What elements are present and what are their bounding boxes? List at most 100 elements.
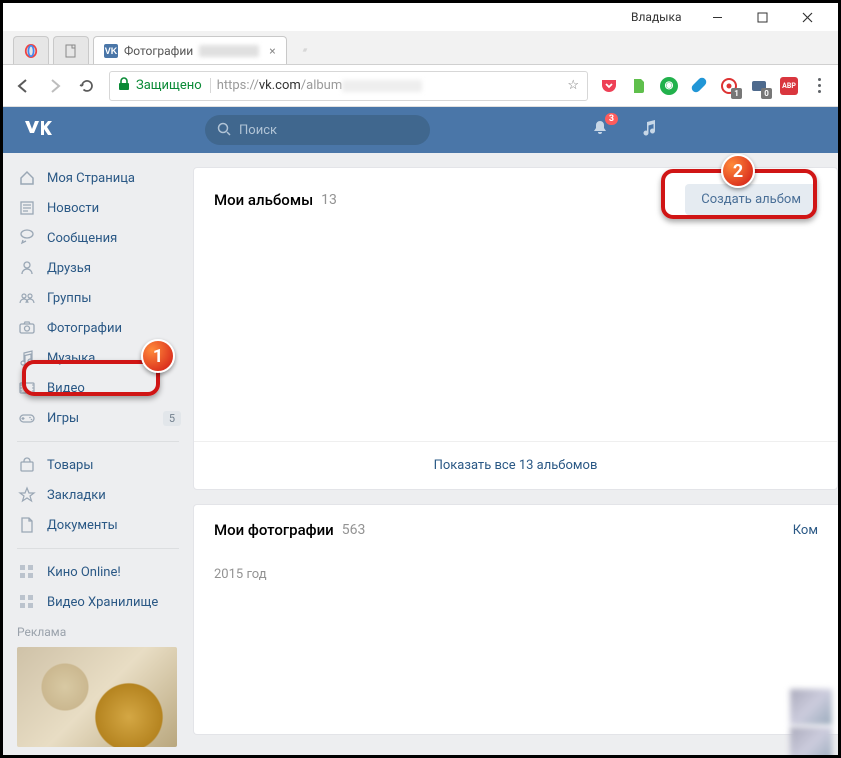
- sidebar-item-label: Товары: [47, 458, 93, 473]
- photos-count: 563: [342, 522, 366, 538]
- extension-icon-blue[interactable]: [690, 77, 708, 95]
- url-field[interactable]: Защищено https://vk.com/album ☆: [109, 71, 588, 101]
- adblock-extension-icon[interactable]: ABP: [780, 77, 798, 95]
- extension-icon-counter-2[interactable]: 0: [750, 77, 768, 95]
- main-content: Мои альбомы 13 Создать альбом Показать в…: [193, 153, 838, 755]
- message-icon: [17, 228, 37, 248]
- sidebar-item-label: Группы: [47, 291, 91, 306]
- sidebar-item-news[interactable]: Новости: [3, 193, 193, 223]
- sidebar-item-label: Видео Хранилище: [47, 595, 158, 610]
- sidebar-item-count: 5: [163, 411, 181, 426]
- tab-title-blurred: [199, 45, 259, 57]
- extension-icons: ◉ 1 0 ABP: [600, 77, 828, 95]
- browser-tabstrip: VK Фотографии ×: [3, 31, 838, 65]
- music-button[interactable]: [640, 118, 660, 142]
- sidebar-item-games[interactable]: Игры 5: [3, 403, 193, 433]
- sidebar-item-video[interactable]: Видео: [3, 373, 193, 403]
- sidebar-item-label: Сообщения: [47, 231, 117, 246]
- sidebar-ad-label: Реклама: [3, 617, 193, 643]
- tab-close-icon[interactable]: ×: [269, 44, 275, 58]
- browser-tab-inactive[interactable]: [13, 36, 49, 64]
- sidebar-item-label: Музыка: [47, 351, 95, 366]
- photos-year-label: 2015 год: [194, 555, 838, 594]
- back-button[interactable]: [13, 76, 33, 96]
- sidebar-item-label: Новости: [47, 201, 99, 216]
- sidebar-item-photos[interactable]: Фотографии: [3, 313, 193, 343]
- vk-topbar: 3: [3, 107, 838, 153]
- gamepad-icon: [17, 408, 37, 428]
- app-icon: [17, 592, 37, 612]
- sidebar-item-groups[interactable]: Группы: [3, 283, 193, 313]
- market-icon: [17, 455, 37, 475]
- maximize-button[interactable]: [740, 3, 785, 31]
- sidebar-item-label: Игры: [47, 411, 79, 426]
- notifications-button[interactable]: 3: [590, 118, 610, 142]
- photo-thumbnails: [790, 687, 832, 755]
- bookmark-star-icon[interactable]: ☆: [567, 78, 579, 93]
- sidebar-item-app[interactable]: Кино Online!: [3, 557, 193, 587]
- sidebar-item-label: Кино Online!: [47, 565, 121, 580]
- albums-card: Мои альбомы 13 Создать альбом Показать в…: [193, 167, 838, 490]
- url-blurred: [342, 80, 422, 92]
- sidebar-item-messages[interactable]: Сообщения: [3, 223, 193, 253]
- browser-addressbar: Защищено https://vk.com/album ☆ ◉ 1 0 AB…: [3, 65, 838, 107]
- app-icon: [17, 562, 37, 582]
- photo-thumbnail[interactable]: [790, 689, 832, 725]
- news-icon: [17, 198, 37, 218]
- url-text: https://vk.com/album: [217, 78, 423, 93]
- opera-icon: [24, 44, 38, 58]
- extension-icon-counter-1[interactable]: 1: [720, 77, 738, 95]
- pocket-extension-icon[interactable]: [600, 77, 618, 95]
- blank-page-icon: [64, 44, 78, 58]
- tab-title: Фотографии: [124, 44, 193, 58]
- sidebar-item-market[interactable]: Товары: [3, 450, 193, 480]
- camera-icon: [17, 318, 37, 338]
- star-icon: [17, 485, 37, 505]
- minimize-button[interactable]: [695, 3, 740, 31]
- sidebar-separator: [17, 548, 179, 549]
- window-user-label: Владыка: [631, 10, 682, 24]
- sidebar-item-profile[interactable]: Моя Страница: [3, 163, 193, 193]
- browser-menu-button[interactable]: [810, 78, 828, 93]
- sidebar-item-friends[interactable]: Друзья: [3, 253, 193, 283]
- sidebar: Моя Страница Новости Сообщения Друзья Гр…: [3, 153, 193, 755]
- vk-logo[interactable]: [25, 117, 55, 143]
- browser-tab-inactive[interactable]: [53, 36, 89, 64]
- new-tab-button[interactable]: [291, 36, 319, 64]
- video-icon: [17, 378, 37, 398]
- forward-button[interactable]: [45, 76, 65, 96]
- lock-icon: [118, 77, 130, 95]
- albums-count: 13: [321, 192, 337, 208]
- search-box[interactable]: [205, 115, 430, 145]
- sidebar-item-label: Закладки: [47, 488, 106, 503]
- show-all-albums-link[interactable]: Показать все 13 альбомов: [194, 441, 837, 489]
- reload-button[interactable]: [77, 76, 97, 96]
- sidebar-item-label: Документы: [47, 518, 118, 533]
- extension-icon-green[interactable]: ◉: [660, 77, 678, 95]
- sidebar-item-label: Моя Страница: [47, 171, 135, 186]
- sidebar-item-label: Видео: [47, 381, 85, 396]
- sidebar-separator: [17, 441, 179, 442]
- photos-comments-link[interactable]: Ком: [793, 523, 818, 538]
- photos-title: Мои фотографии: [214, 521, 334, 539]
- friends-icon: [17, 258, 37, 278]
- window-titlebar: Владыка: [3, 3, 838, 31]
- create-album-button[interactable]: Создать альбом: [685, 184, 817, 215]
- photo-thumbnail[interactable]: [790, 727, 832, 755]
- close-button[interactable]: [785, 3, 830, 31]
- groups-icon: [17, 288, 37, 308]
- sidebar-ad-image[interactable]: [17, 647, 177, 747]
- search-input[interactable]: [239, 123, 418, 138]
- sidebar-item-documents[interactable]: Документы: [3, 510, 193, 540]
- vk-favicon: VK: [104, 44, 118, 58]
- sidebar-item-bookmarks[interactable]: Закладки: [3, 480, 193, 510]
- window-controls: [695, 3, 830, 31]
- sidebar-item-label: Фотографии: [47, 321, 122, 336]
- evernote-extension-icon[interactable]: [630, 77, 648, 95]
- browser-tab-active[interactable]: VK Фотографии ×: [93, 36, 287, 64]
- music-icon: [17, 348, 37, 368]
- secure-label: Защищено: [136, 78, 211, 93]
- sidebar-item-music[interactable]: Музыка: [3, 343, 193, 373]
- sidebar-item-app[interactable]: Видео Хранилище: [3, 587, 193, 617]
- albums-body: [194, 231, 837, 441]
